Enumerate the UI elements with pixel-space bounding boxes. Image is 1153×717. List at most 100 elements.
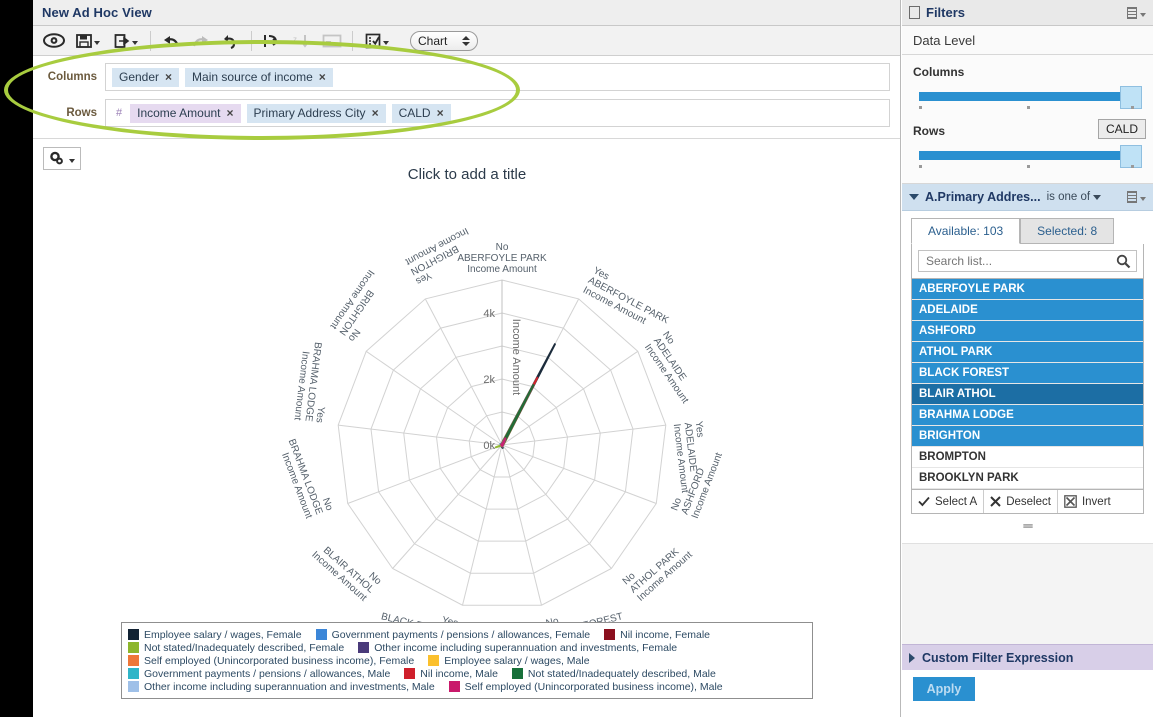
legend-label: Self employed (Unincorporated business i… [465,681,723,693]
list-item[interactable]: BROMPTON [912,447,1143,468]
filters-menu-icon[interactable] [1127,7,1146,19]
save-icon[interactable] [69,29,107,53]
select-all-button[interactable]: Select A [912,490,984,513]
field-chip-income-amount[interactable]: Income Amount × [130,104,240,123]
svg-text:No: No [496,242,509,253]
legend-item[interactable]: Not stated/Inadequately described, Male [512,668,716,680]
legend-item[interactable]: Other income including superannuation an… [358,642,677,654]
list-item-label: ADELAIDE [919,304,978,316]
select-columns-icon[interactable] [358,29,396,53]
sort-descending-icon[interactable]: z [287,29,317,53]
legend-label: Other income including superannuation an… [144,681,435,693]
tab-selected-label: Selected: 8 [1037,224,1097,238]
search-bar[interactable] [918,250,1137,272]
legend-label: Government payments / pensions / allowan… [144,668,390,680]
remove-field-icon[interactable]: × [437,107,444,119]
remove-field-icon[interactable]: × [372,107,379,119]
legend-row: Self employed (Unincorporated business i… [128,654,806,667]
remove-field-icon[interactable]: × [319,71,326,83]
list-item[interactable]: ADELAIDE [912,300,1143,321]
list-item[interactable]: ABERFOYLE PARK [912,279,1143,300]
list-item[interactable]: BROOKLYN PARK [912,468,1143,489]
list-item[interactable]: BLACK FOREST [912,363,1143,384]
rows-shelf-label: Rows [43,107,105,119]
measure-hash-icon: # [112,107,124,119]
svg-text:0k: 0k [483,440,495,452]
filter-empty-area [902,543,1153,644]
undo-icon[interactable] [156,29,186,53]
remove-field-icon[interactable]: × [165,71,172,83]
redo-icon[interactable] [186,29,216,53]
radar-plot: 0k2k4kIncome AmountNoABERFOYLE PARKIncom… [275,225,725,651]
field-chip-primary-address-city[interactable]: Primary Address City × [247,104,386,123]
svg-text:Income Amount: Income Amount [467,264,537,275]
columns-slider[interactable] [913,86,1142,112]
rows-slider[interactable]: CALD [913,145,1142,171]
resize-grip[interactable]: ═ [902,518,1153,533]
tab-available[interactable]: Available: 103 [911,218,1020,244]
toolbar-separator [251,31,252,51]
visualization-type-value: Chart [418,34,447,48]
legend-item[interactable]: Government payments / pensions / allowan… [128,668,390,680]
filter-list-actions: Select A Deselect Invert [911,490,1144,514]
field-chip-label: Primary Address City [254,106,366,120]
field-chip-main-source-of-income[interactable]: Main source of income × [185,68,333,87]
legend-item[interactable]: Self employed (Unincorporated business i… [449,681,723,693]
radar-axis-label: YesBRAHMA LODGEIncome Amount [292,340,334,424]
legend-item[interactable]: Other income including superannuation an… [128,681,435,693]
list-item[interactable]: BRAHMA LODGE [912,405,1143,426]
deselect-all-button[interactable]: Deselect [984,490,1058,513]
eye-icon[interactable] [39,29,69,53]
export-icon[interactable] [107,29,145,53]
legend-label: Self employed (Unincorporated business i… [144,655,414,667]
filter-value-list[interactable]: ABERFOYLE PARK ADELAIDE ASHFORD ATHOL PA… [911,279,1144,490]
grid-detail-icon[interactable] [317,29,347,53]
rows-drop-zone[interactable]: # Income Amount × Primary Address City ×… [105,99,890,127]
left-gutter [0,0,33,717]
chart-area: Click to add a title 0k2k4kIncome Amount… [33,166,901,666]
columns-drop-zone[interactable]: Gender × Main source of income × [105,63,890,91]
rows-slider-tooltip: CALD [1098,119,1146,139]
toolbar-separator [352,31,353,51]
radar-axis-label: NoBLAIR ATHOLIncome Amount [309,533,383,604]
legend-item[interactable]: Not stated/Inadequately described, Femal… [128,642,344,654]
columns-slider-label: Columns [913,65,1142,79]
revert-icon[interactable] [216,29,246,53]
invert-icon [1064,495,1077,508]
list-item[interactable]: BRIGHTON [912,426,1143,447]
invert-selection-button[interactable]: Invert [1058,490,1117,513]
sort-ascending-icon[interactable] [257,29,287,53]
visualization-type-select[interactable]: Chart [410,31,478,51]
search-input[interactable] [924,253,1098,269]
field-chip-label: Gender [119,70,159,84]
legend-label: Government payments / pensions / allowan… [332,629,591,641]
field-chip-cald[interactable]: CALD × [392,104,451,123]
filter-header-primary-address-city[interactable]: A.Primary Addres... is one of [902,184,1153,211]
custom-filter-expression-header[interactable]: Custom Filter Expression [902,644,1153,670]
chart-title[interactable]: Click to add a title [33,166,901,183]
list-item[interactable]: ASHFORD [912,321,1143,342]
field-chip-gender[interactable]: Gender × [112,68,179,87]
legend-item[interactable]: Nil income, Female [604,629,710,641]
legend-row: Other income including superannuation an… [128,680,806,693]
tab-selected[interactable]: Selected: 8 [1020,218,1114,244]
columns-shelf-label: Columns [43,71,105,83]
list-item[interactable]: BLAIR ATHOL [912,384,1143,405]
filter-operator-select[interactable]: is one of [1047,191,1101,203]
legend-item[interactable]: Employee salary / wages, Female [128,629,302,641]
legend-item[interactable]: Government payments / pensions / allowan… [316,629,591,641]
legend-item[interactable]: Self employed (Unincorporated business i… [128,655,414,667]
remove-field-icon[interactable]: × [227,107,234,119]
list-item-label: BRAHMA LODGE [919,409,1014,421]
legend-item[interactable]: Employee salary / wages, Male [428,655,589,667]
legend-swatch [449,681,460,692]
legend-label: Not stated/Inadequately described, Male [528,668,716,680]
view-titlebar: New Ad Hoc View [33,0,900,26]
apply-button[interactable]: Apply [913,677,975,701]
legend-swatch [128,668,139,679]
search-icon[interactable] [1116,254,1131,269]
filter-menu-icon[interactable] [1127,191,1146,203]
legend-item[interactable]: Nil income, Male [404,668,498,680]
list-item[interactable]: ATHOL PARK [912,342,1143,363]
chevron-down-icon [69,159,75,163]
